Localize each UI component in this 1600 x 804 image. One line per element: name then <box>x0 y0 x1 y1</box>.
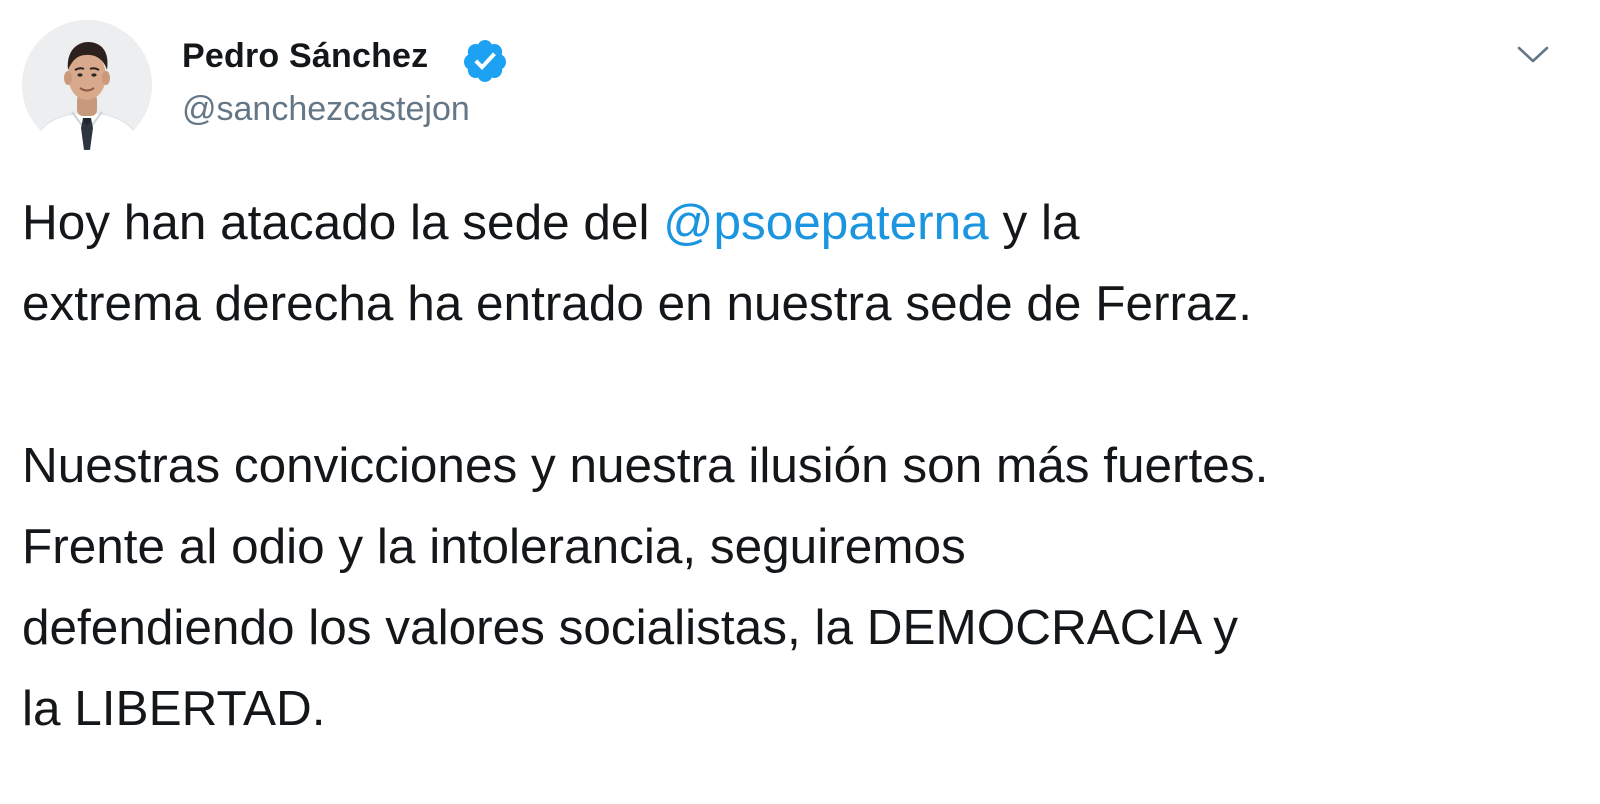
chevron-down-icon[interactable] <box>1515 40 1551 68</box>
text-line: Nuestras convicciones y nuestra ilusión … <box>22 438 1269 493</box>
mention-link[interactable]: @psoepaterna <box>663 195 988 250</box>
tweet-card: Pedro Sánchez @sanchezcastejon Hoy han a… <box>0 0 1600 804</box>
text-segment: y la <box>988 195 1080 250</box>
text-segment: Hoy han atacado la sede del <box>22 195 664 250</box>
avatar-photo <box>22 20 152 150</box>
author-handle[interactable]: @sanchezcastejon <box>182 90 470 129</box>
text-line: la LIBERTAD. <box>22 681 326 736</box>
tweet-paragraph: Hoy han atacado la sede del @psoepaterna… <box>22 182 1582 344</box>
tweet-paragraph: Nuestras convicciones y nuestra ilusión … <box>22 425 1582 749</box>
text-line: Hoy han atacado la sede del @psoepaterna… <box>22 195 1080 250</box>
avatar[interactable] <box>22 20 152 150</box>
verified-badge-icon <box>463 40 506 82</box>
text-line: Frente al odio y la intolerancia, seguir… <box>22 519 966 574</box>
tweet-text: Hoy han atacado la sede del @psoepaterna… <box>22 182 1582 749</box>
author-name[interactable]: Pedro Sánchez <box>182 37 428 76</box>
text-line: defendiendo los valores socialistas, la … <box>22 600 1239 655</box>
text-line: extrema derecha ha entrado en nuestra se… <box>22 276 1252 331</box>
